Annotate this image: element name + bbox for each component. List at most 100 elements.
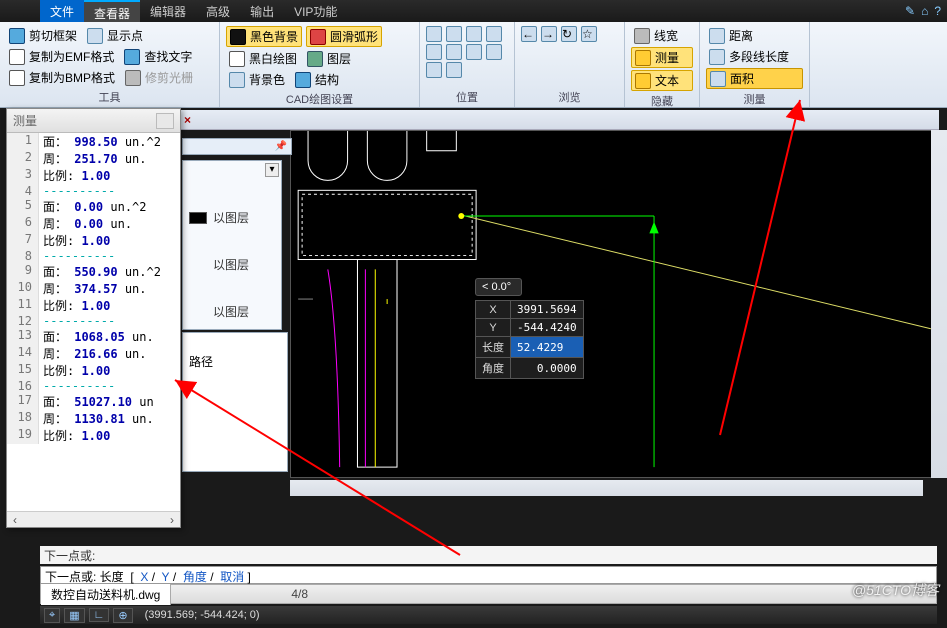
coord-value[interactable]: 0.0000 xyxy=(511,358,584,379)
distance-button[interactable]: 距离 xyxy=(706,26,803,45)
pos-icon-2[interactable] xyxy=(446,26,462,42)
cmd-link-x[interactable]: X xyxy=(140,570,148,584)
ortho-icon[interactable]: ∟ xyxy=(89,608,110,622)
doc-tab[interactable]: 数控自动送料机.dwg xyxy=(41,584,171,605)
pos-icon-1[interactable] xyxy=(426,26,442,42)
doc-toolstrip: × xyxy=(180,110,939,130)
pos-icon-5[interactable] xyxy=(426,44,442,60)
layer-row-label: 以图层 xyxy=(213,209,249,226)
label: 图层 xyxy=(327,50,351,67)
label: 复制为BMP格式 xyxy=(29,69,115,86)
label: 测量 xyxy=(655,49,679,66)
coord-value[interactable]: -544.4240 xyxy=(511,319,584,337)
trim-raster-button[interactable]: 修剪光栅 xyxy=(122,68,196,87)
scroll-left-icon[interactable]: ‹ xyxy=(7,513,23,527)
canvas-vscroll[interactable] xyxy=(931,130,947,478)
polar-icon[interactable]: ⊕ xyxy=(113,608,132,623)
coord-value[interactable]: 52.4229 xyxy=(511,337,584,358)
black-bg-button[interactable]: 黑色背景 xyxy=(226,26,302,47)
copy-emf-button[interactable]: 复制为EMF格式 xyxy=(6,47,117,66)
page-indicator: 4/8 xyxy=(291,587,308,601)
angle-lock[interactable]: < 0.0° xyxy=(475,278,522,296)
cmd-prefix: 下一点或: 长度 xyxy=(45,570,124,584)
pos-icon-6[interactable] xyxy=(446,44,462,60)
cmd-link-angle[interactable]: 角度 xyxy=(183,570,207,584)
coord-label: Y xyxy=(476,319,511,337)
pos-icon-8[interactable] xyxy=(486,44,502,60)
nav-right-icon[interactable]: → xyxy=(541,26,557,42)
coord-value[interactable]: 3991.5694 xyxy=(511,301,584,319)
pin-icon[interactable]: 📌 xyxy=(275,141,287,152)
command-input[interactable]: 下一点或: 长度 [ X / Y / 角度 / 取消 ] xyxy=(40,566,937,584)
scroll-right-icon[interactable]: › xyxy=(164,513,180,527)
label: 线宽 xyxy=(654,27,678,44)
tree-panel: 路径 xyxy=(182,332,288,472)
layer-row-label: 以图层 xyxy=(213,303,249,320)
text-toggle-button[interactable]: 文本 xyxy=(631,70,693,91)
label: 面积 xyxy=(730,70,754,87)
label: 黑白绘图 xyxy=(249,50,297,67)
group-label-tools: 工具 xyxy=(6,87,213,105)
watermark: @51CTO博客 xyxy=(852,580,939,600)
menu-file[interactable]: 文件 xyxy=(40,0,84,22)
menu-tab-output[interactable]: 输出 xyxy=(240,0,284,22)
nav-new-icon[interactable]: ☆ xyxy=(581,26,597,42)
pos-icon-7[interactable] xyxy=(466,44,482,60)
label: 距离 xyxy=(729,27,753,44)
structure-button[interactable]: 结构 xyxy=(292,70,342,89)
smooth-arc-button[interactable]: 圆滑弧形 xyxy=(306,26,382,47)
canvas-hscroll[interactable] xyxy=(290,480,923,496)
drawing-canvas[interactable] xyxy=(290,130,939,478)
lineweight-button[interactable]: 线宽 xyxy=(631,26,693,45)
label: 显示点 xyxy=(107,27,143,44)
label: 修剪光栅 xyxy=(145,69,193,86)
panel-close-button[interactable] xyxy=(156,113,174,129)
color-swatch-1[interactable] xyxy=(189,212,207,224)
home-icon[interactable]: ⌂ xyxy=(921,4,928,18)
polyline-length-button[interactable]: 多段线长度 xyxy=(706,47,803,66)
coord-label: X xyxy=(476,301,511,319)
coord-popup: < 0.0° X3991.5694Y-544.4240长度52.4229角度0.… xyxy=(475,278,584,379)
panel-hscroll[interactable]: ‹ › xyxy=(7,511,180,527)
close-doc-icon[interactable]: × xyxy=(184,113,191,127)
nav-reload-icon[interactable]: ↻ xyxy=(561,26,577,42)
pos-icon-10[interactable] xyxy=(446,62,462,78)
label: 查找文字 xyxy=(144,48,192,65)
menu-tab-viewer[interactable]: 查看器 xyxy=(84,0,140,22)
group-label-hide: 隐藏 xyxy=(631,91,693,109)
layers-button[interactable]: 图层 xyxy=(304,49,354,68)
cmd-link-cancel[interactable]: 取消 xyxy=(220,570,244,584)
style-icon[interactable]: ✎ xyxy=(905,4,915,18)
label: 复制为EMF格式 xyxy=(29,48,114,65)
group-label-measure: 测量 xyxy=(706,89,803,107)
bw-draw-button[interactable]: 黑白绘图 xyxy=(226,49,300,68)
bg-color-button[interactable]: 背景色 xyxy=(226,70,288,89)
coord-label: 角度 xyxy=(476,358,511,379)
crop-frame-button[interactable]: 剪切框架 xyxy=(6,26,80,45)
menu-bar: 文件 查看器 编辑器 高级 输出 VIP功能 ✎ ⌂ ? xyxy=(0,0,947,22)
status-coords: (3991.569; -544.424; 0) xyxy=(145,609,260,621)
menu-tab-editor[interactable]: 编辑器 xyxy=(140,0,196,22)
menu-tab-vip[interactable]: VIP功能 xyxy=(284,0,347,22)
pos-icon-4[interactable] xyxy=(486,26,502,42)
pos-icon-3[interactable] xyxy=(466,26,482,42)
doc-tab-bar: 数控自动送料机.dwg 4/8 xyxy=(40,584,937,604)
group-label-pos: 位置 xyxy=(426,87,508,105)
label: 剪切框架 xyxy=(29,27,77,44)
measure-toggle-button[interactable]: 测量 xyxy=(631,47,693,68)
label: 背景色 xyxy=(249,71,285,88)
area-button[interactable]: 面积 xyxy=(706,68,803,89)
nav-left-icon[interactable]: ← xyxy=(521,26,537,42)
properties-panel: ▾ 以图层 以图层 以图层 xyxy=(182,160,282,330)
cmd-link-y[interactable]: Y xyxy=(161,570,169,584)
panel-body[interactable]: 1面： 998.50 un.^22周： 251.70 un.3比例: 1.004… xyxy=(7,133,180,511)
side-tab-1[interactable]: 📌 xyxy=(182,138,292,155)
copy-bmp-button[interactable]: 复制为BMP格式 xyxy=(6,68,118,87)
show-points-button[interactable]: 显示点 xyxy=(84,26,146,45)
help-icon[interactable]: ? xyxy=(934,4,941,18)
snap-icon[interactable]: ⌖ xyxy=(44,608,60,623)
menu-tab-advanced[interactable]: 高级 xyxy=(196,0,240,22)
pos-icon-9[interactable] xyxy=(426,62,442,78)
find-text-button[interactable]: 查找文字 xyxy=(121,47,195,66)
grid-icon[interactable]: ▦ xyxy=(64,608,84,623)
